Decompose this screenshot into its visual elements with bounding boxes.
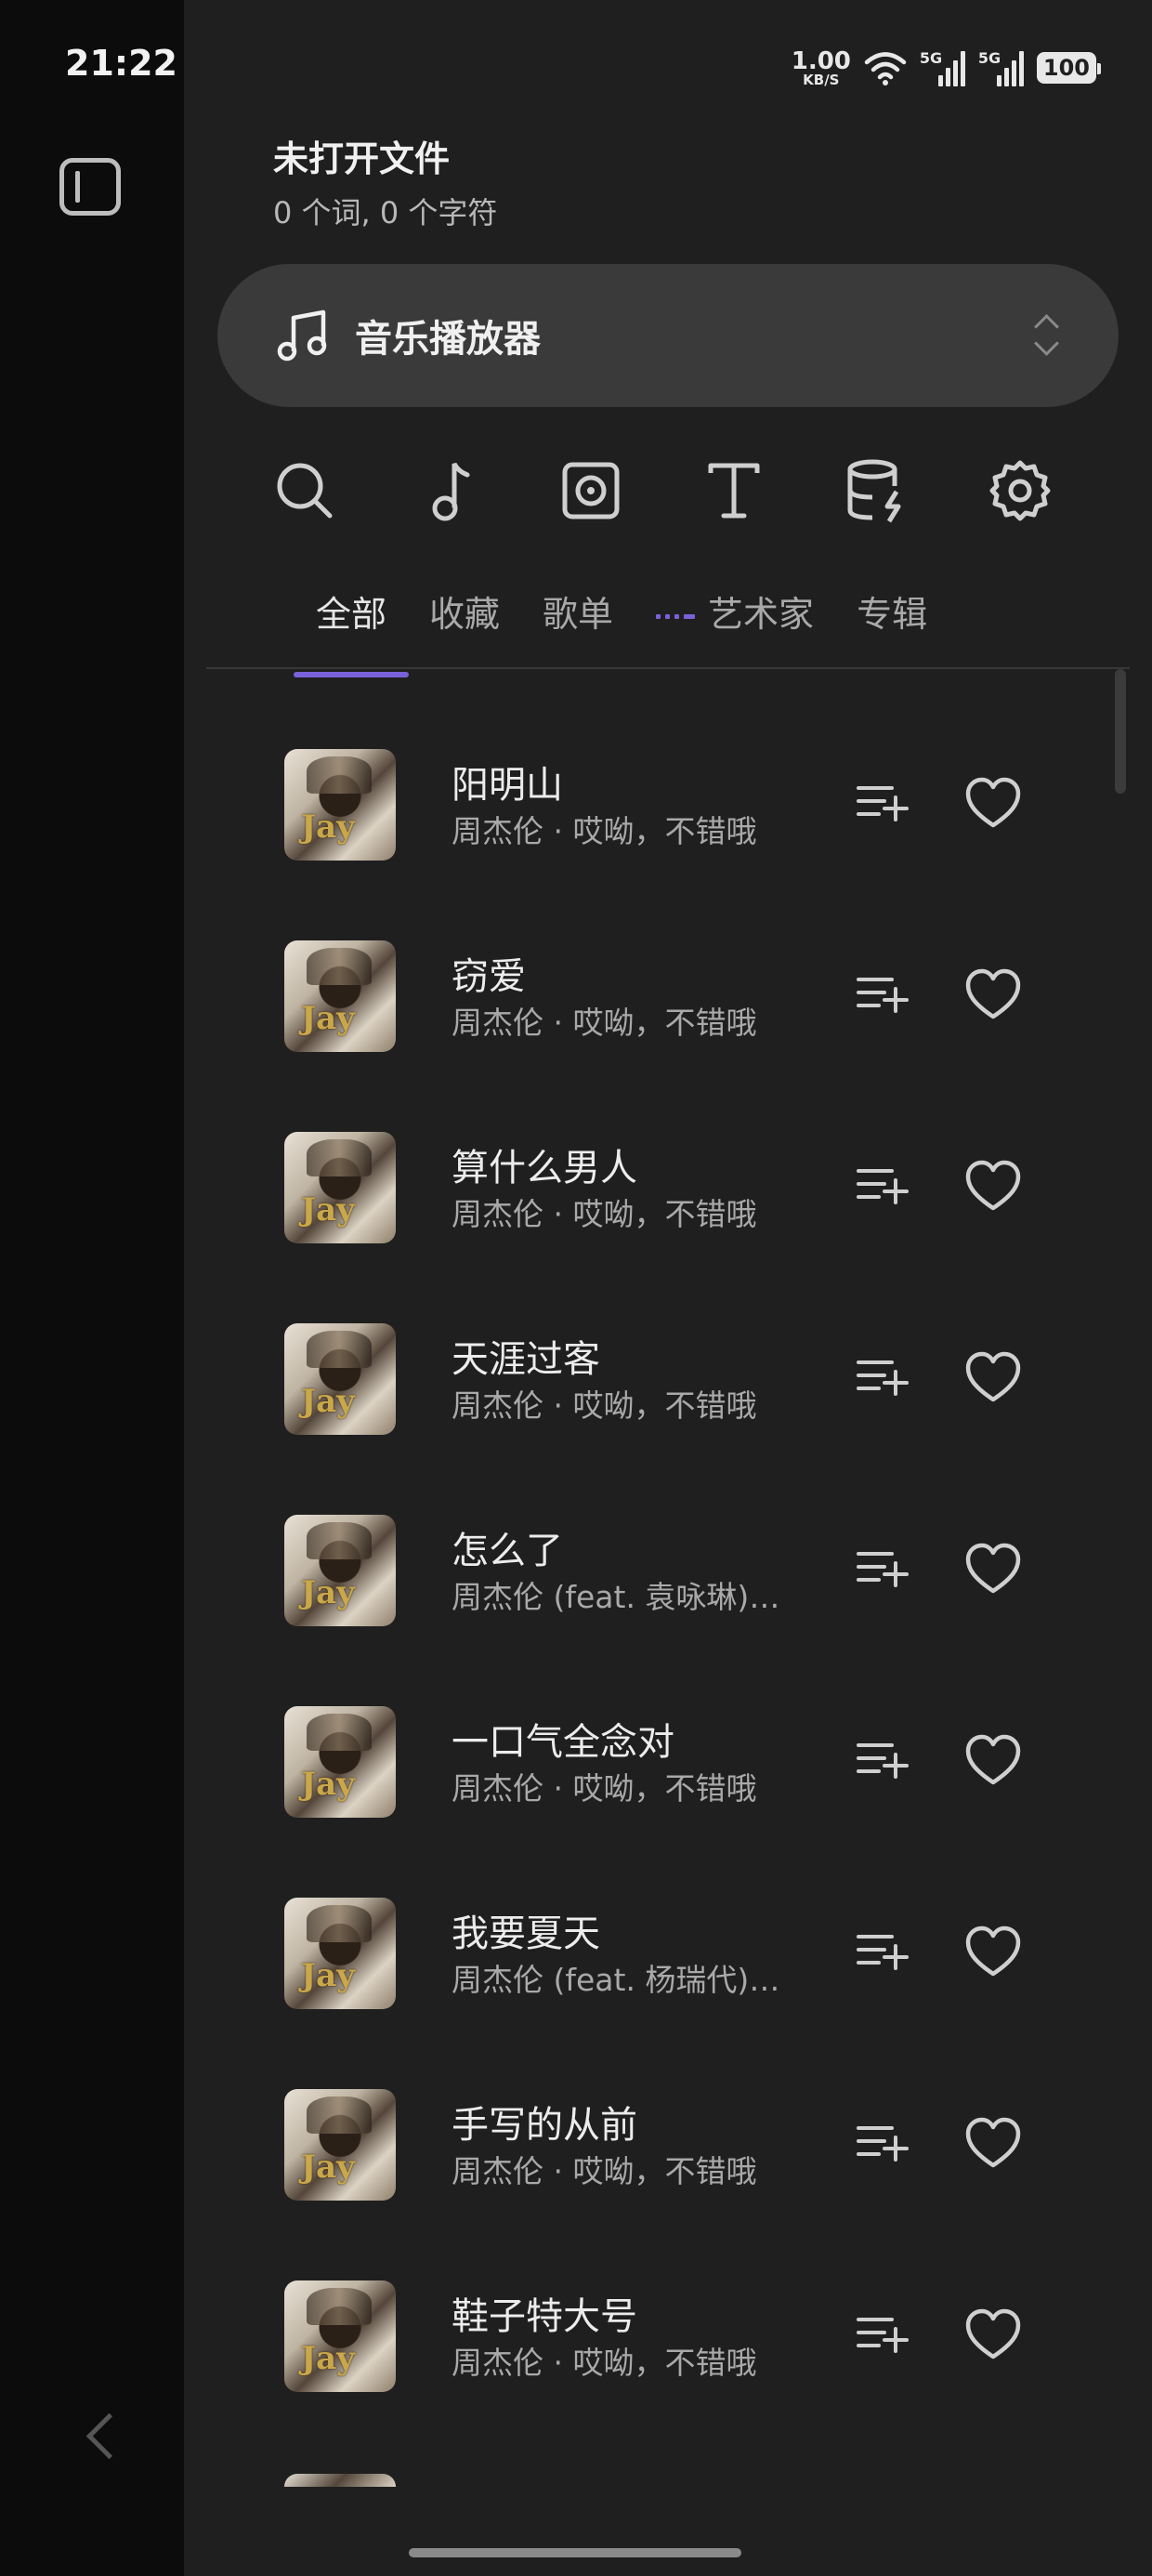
cell-signal-1-icon: 5G — [920, 49, 965, 86]
tab-divider — [206, 667, 1130, 669]
add-to-queue-icon[interactable] — [855, 2308, 910, 2364]
album-cover — [284, 2280, 396, 2392]
status-time: 21:22 — [65, 43, 177, 84]
song-subtitle: 周杰伦 · 哎呦，不错哦 — [452, 1770, 757, 1807]
heart-icon[interactable] — [964, 966, 1022, 1024]
song-title: 鞋子特大号 — [452, 2295, 637, 2338]
tab-favorites[interactable]: 收藏 — [429, 585, 500, 669]
song-title: 手写的从前 — [452, 2104, 637, 2147]
add-to-queue-icon[interactable] — [855, 1925, 910, 1981]
heart-icon[interactable] — [964, 775, 1022, 833]
list-scrollbar[interactable] — [1115, 669, 1126, 794]
album-cover — [284, 940, 396, 1052]
text-button[interactable] — [699, 455, 769, 526]
song-title: 天涯过客 — [452, 1338, 600, 1381]
song-title: 怎么了 — [452, 1530, 563, 1572]
cell-signal-2-label: 5G — [977, 49, 1001, 67]
toolbar — [269, 455, 1068, 530]
song-subtitle: 周杰伦 · 哎呦，不错哦 — [452, 813, 757, 849]
tab-playlists[interactable]: 歌单 — [543, 585, 613, 669]
search-button[interactable] — [269, 455, 340, 526]
view-selector[interactable]: 音乐播放器 — [217, 264, 1119, 407]
song-subtitle: 周杰伦 · 哎呦，不错哦 — [452, 1387, 757, 1424]
song-subtitle: 周杰伦 (feat. 袁咏琳) ... — [452, 1579, 786, 1615]
add-to-queue-icon[interactable] — [855, 968, 910, 1024]
text-icon — [708, 463, 760, 519]
loading-dots-icon — [656, 614, 696, 619]
battery-icon: 100 — [1036, 52, 1102, 84]
heart-icon[interactable] — [964, 1732, 1022, 1790]
music-note-icon — [432, 462, 470, 521]
song-row[interactable]: 鞋子特大号 周杰伦 · 哎呦，不错哦 — [279, 2275, 1078, 2466]
song-row[interactable]: 窃爱 周杰伦 · 哎呦，不错哦 — [279, 935, 1078, 1126]
home-indicator[interactable] — [409, 2548, 741, 2557]
add-to-queue-icon[interactable] — [855, 2117, 910, 2173]
song-subtitle: 周杰伦 · 哎呦，不错哦 — [452, 1196, 757, 1232]
add-to-queue-icon[interactable] — [855, 1734, 910, 1790]
tab-all[interactable]: 全部 — [293, 585, 410, 677]
view-selector-label: 音乐播放器 — [355, 318, 541, 361]
gear-icon — [989, 460, 1051, 521]
music-notes-icon — [277, 309, 327, 361]
heart-icon[interactable] — [964, 2115, 1022, 2173]
album-cover-partial — [284, 2474, 396, 2487]
heart-icon[interactable] — [964, 1349, 1022, 1407]
album-cover — [284, 1515, 396, 1626]
cell-signal-2-icon: 5G — [978, 49, 1024, 86]
network-speed: 1.00 KB/S — [792, 49, 851, 87]
tab-artists[interactable]: 艺术家 — [656, 585, 814, 669]
settings-button[interactable] — [985, 455, 1055, 526]
song-subtitle: 周杰伦 · 哎呦，不错哦 — [452, 2345, 757, 2381]
file-title: 未打开文件 — [273, 138, 451, 179]
heart-icon[interactable] — [964, 1158, 1022, 1216]
song-title: 一口气全念对 — [452, 1721, 674, 1764]
sidebar-toggle-icon[interactable] — [59, 158, 121, 216]
song-subtitle: 周杰伦 · 哎呦，不错哦 — [452, 2153, 757, 2189]
song-row[interactable]: 天涯过客 周杰伦 · 哎呦，不错哦 — [279, 1318, 1078, 1509]
song-subtitle: 周杰伦 · 哎呦，不错哦 — [452, 1005, 757, 1041]
database-button[interactable] — [842, 455, 912, 526]
network-speed-unit: KB/S — [803, 71, 840, 88]
tab-albums[interactable]: 专辑 — [857, 585, 927, 669]
add-to-queue-icon[interactable] — [855, 777, 910, 833]
side-rail — [0, 0, 184, 2576]
heart-icon[interactable] — [964, 1924, 1022, 1981]
file-stats: 0 个词, 0 个字符 — [273, 195, 498, 230]
song-title: 算什么男人 — [452, 1147, 637, 1189]
song-row[interactable]: 一口气全念对 周杰伦 · 哎呦，不错哦 — [279, 1701, 1078, 1892]
database-icon — [847, 459, 901, 523]
album-cover — [284, 1323, 396, 1435]
wifi-icon — [864, 52, 907, 85]
heart-icon[interactable] — [964, 1541, 1022, 1598]
heart-icon[interactable] — [964, 2307, 1022, 2364]
album-cover — [284, 749, 396, 861]
tab-bar: 全部 收藏 歌单 艺术家 专辑 — [293, 585, 927, 677]
network-speed-value: 1.00 — [791, 46, 851, 75]
song-subtitle: 周杰伦 (feat. 杨瑞代) ... — [452, 1962, 786, 1998]
albums-button[interactable] — [556, 455, 626, 526]
album-cover — [284, 1898, 396, 2009]
status-bar: 1.00 KB/S 5G 5G 100 — [792, 46, 1102, 89]
add-to-queue-icon[interactable] — [855, 1160, 910, 1216]
search-icon — [277, 463, 333, 519]
add-to-queue-icon[interactable] — [855, 1351, 910, 1407]
album-cover — [284, 1706, 396, 1818]
cell-signal-1-label: 5G — [919, 49, 943, 67]
song-row[interactable]: 阳明山 周杰伦 · 哎呦，不错哦 — [279, 743, 1078, 935]
tab-artists-label: 艺术家 — [708, 594, 815, 635]
song-row[interactable]: 怎么了 周杰伦 (feat. 袁咏琳) ... — [279, 1509, 1078, 1701]
song-row[interactable]: 手写的从前 周杰伦 · 哎呦，不错哦 — [279, 2083, 1078, 2275]
song-row[interactable]: 我要夏天 周杰伦 (feat. 杨瑞代) ... — [279, 1892, 1078, 2083]
song-title: 我要夏天 — [452, 1912, 600, 1955]
chevron-up-down-icon — [1029, 310, 1061, 361]
song-title: 阳明山 — [452, 764, 563, 807]
song-title: 窃爱 — [452, 955, 526, 998]
songs-button[interactable] — [412, 455, 483, 526]
song-list: 阳明山 周杰伦 · 哎呦，不错哦 窃爱 周杰伦 · 哎呦，不错哦 算什么男人 周… — [279, 743, 1078, 2466]
album-cover — [284, 2089, 396, 2201]
disc-icon — [562, 462, 620, 519]
song-row[interactable]: 算什么男人 周杰伦 · 哎呦，不错哦 — [279, 1126, 1078, 1318]
album-cover — [284, 1132, 396, 1243]
add-to-queue-icon[interactable] — [855, 1543, 910, 1598]
